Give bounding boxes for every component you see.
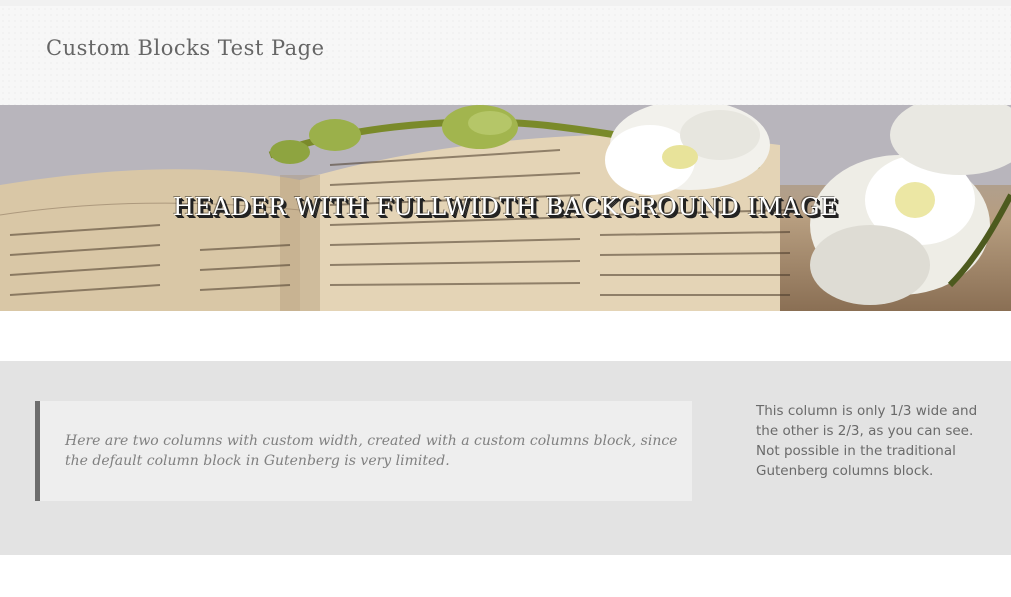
side-column-text: This column is only 1/3 wide and the oth… (756, 403, 978, 479)
custom-columns-block: Here are two columns with custom width, … (0, 361, 1011, 555)
hero-banner: HEADER WITH FULLWIDTH BACKGROUND IMAGE (0, 105, 1011, 311)
quote-text: Here are two columns with custom width, … (65, 433, 678, 469)
quote-column: Here are two columns with custom width, … (35, 401, 692, 501)
site-title[interactable]: Custom Blocks Test Page (46, 36, 325, 60)
site-header: Custom Blocks Test Page (0, 6, 1011, 105)
hero-title: HEADER WITH FULLWIDTH BACKGROUND IMAGE (173, 193, 838, 221)
